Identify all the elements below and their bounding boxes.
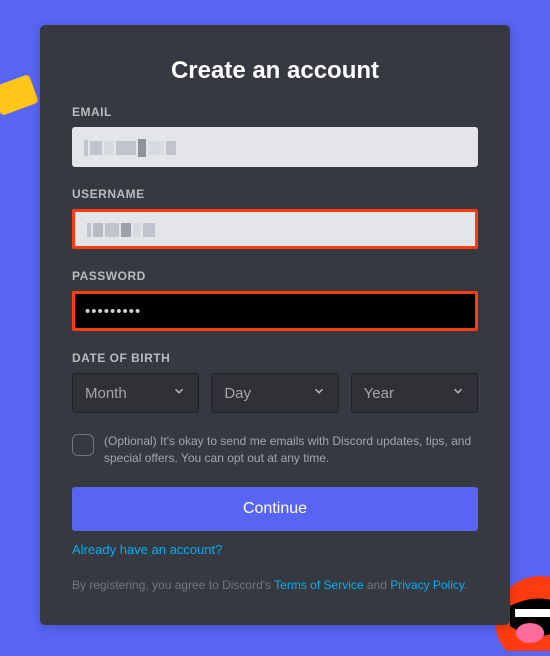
email-field-group: EMAIL: [72, 105, 478, 167]
dob-label: DATE OF BIRTH: [72, 351, 478, 365]
tos-link[interactable]: Terms of Service: [274, 578, 363, 592]
chevron-down-icon: [451, 384, 465, 403]
day-select[interactable]: Day: [211, 373, 338, 413]
chevron-down-icon: [172, 384, 186, 403]
username-label: USERNAME: [72, 187, 478, 201]
dob-row: Month Day Year: [72, 373, 478, 413]
redacted-username-value: [85, 212, 465, 246]
terms-and: and: [364, 578, 391, 592]
terms-text: By registering, you agree to Discord's T…: [72, 577, 478, 594]
year-select-label: Year: [364, 385, 394, 402]
username-input[interactable]: [72, 209, 478, 249]
marketing-optin-checkbox[interactable]: [72, 434, 94, 456]
chevron-down-icon: [312, 384, 326, 403]
password-label: PASSWORD: [72, 269, 478, 283]
password-input[interactable]: [72, 291, 478, 331]
background-decoration-shape: [0, 74, 39, 116]
terms-prefix: By registering, you agree to Discord's: [72, 578, 274, 592]
username-field-group: USERNAME: [72, 187, 478, 249]
email-input[interactable]: [72, 127, 478, 167]
redacted-email-value: [82, 127, 468, 167]
day-select-label: Day: [224, 385, 251, 402]
page-title: Create an account: [72, 57, 478, 85]
email-label: EMAIL: [72, 105, 478, 119]
continue-button[interactable]: Continue: [72, 487, 478, 531]
month-select[interactable]: Month: [72, 373, 199, 413]
password-field-group: PASSWORD: [72, 269, 478, 331]
privacy-link[interactable]: Privacy Policy: [390, 578, 464, 592]
dob-field-group: DATE OF BIRTH Month Day Year: [72, 351, 478, 413]
register-modal: Create an account EMAIL USERNAME: [40, 25, 510, 625]
month-select-label: Month: [85, 385, 127, 402]
terms-suffix: .: [464, 578, 467, 592]
marketing-optin-row: (Optional) It's okay to send me emails w…: [72, 433, 478, 467]
year-select[interactable]: Year: [351, 373, 478, 413]
login-link[interactable]: Already have an account?: [72, 542, 222, 557]
marketing-optin-text: (Optional) It's okay to send me emails w…: [104, 433, 478, 467]
